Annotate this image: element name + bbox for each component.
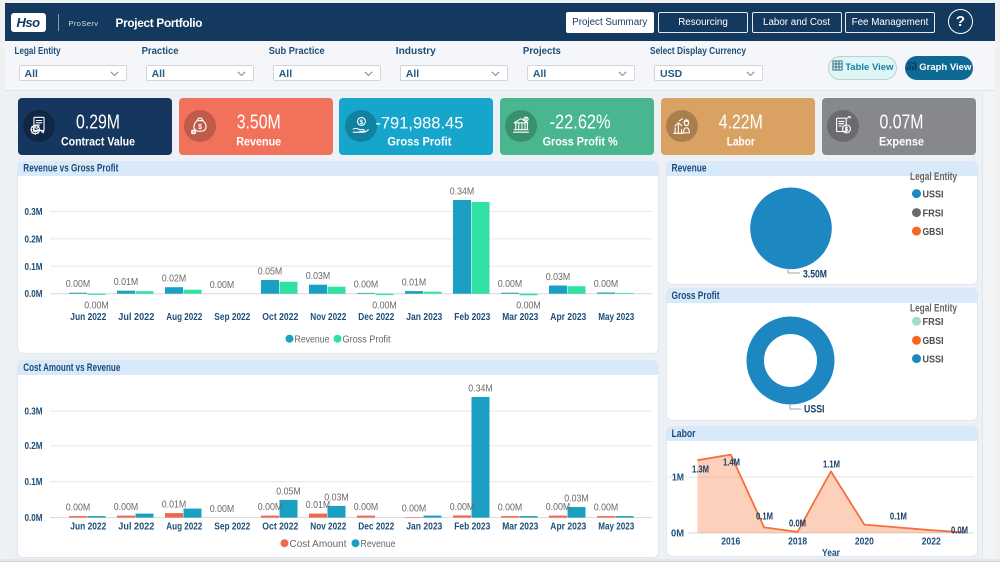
- svg-text:$: $: [198, 124, 202, 131]
- svg-text:$: $: [844, 127, 848, 134]
- svg-text:%: %: [524, 117, 529, 123]
- svg-text:$: $: [359, 119, 363, 126]
